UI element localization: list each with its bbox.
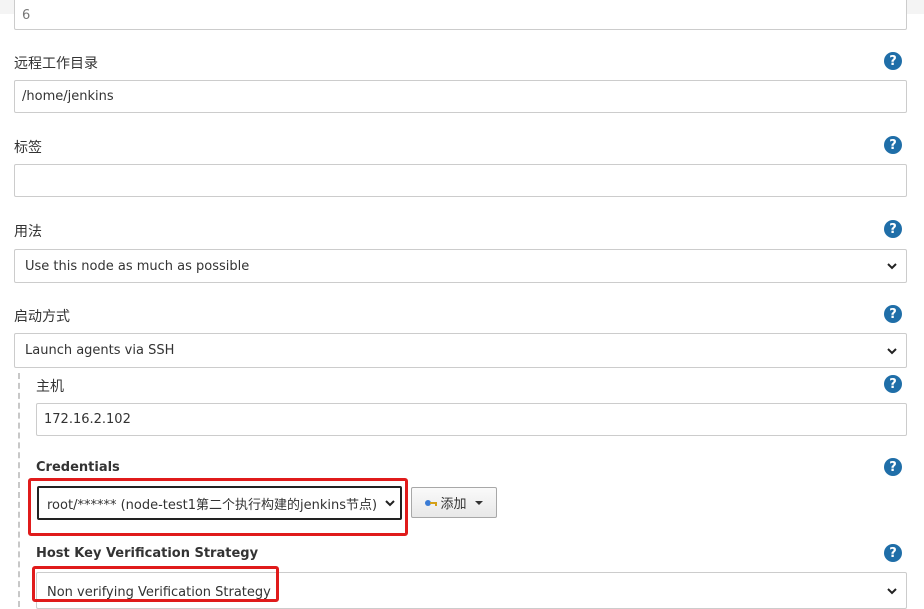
usage-label: 用法 bbox=[14, 224, 42, 240]
add-button-label: 添加 bbox=[440, 497, 467, 512]
credentials-help-icon[interactable]: ? bbox=[884, 458, 902, 476]
credentials-select[interactable]: root/****** (node-test1第二个执行构建的jenkins节点… bbox=[37, 486, 402, 520]
chevron-down-icon bbox=[385, 500, 395, 507]
launch-selected: Launch agents via SSH bbox=[25, 343, 175, 358]
host-help-icon[interactable]: ? bbox=[884, 375, 902, 393]
key-icon bbox=[425, 499, 438, 506]
remote-dir-help-icon[interactable]: ? bbox=[884, 52, 902, 70]
caret-down-icon bbox=[474, 500, 483, 505]
usage-help-icon[interactable]: ? bbox=[884, 220, 902, 238]
top-field-input[interactable]: 6 bbox=[14, 0, 907, 30]
remote-dir-input[interactable]: /home/jenkins bbox=[14, 80, 907, 113]
remote-dir-label: 远程工作目录 bbox=[14, 56, 98, 72]
host-value: 172.16.2.102 bbox=[44, 412, 131, 427]
labels-label: 标签 bbox=[14, 140, 42, 156]
usage-select[interactable]: Use this node as much as possible bbox=[14, 249, 907, 283]
launch-select[interactable]: Launch agents via SSH bbox=[14, 333, 907, 368]
nested-config-divider bbox=[18, 373, 20, 607]
add-credentials-button[interactable]: 添加 bbox=[411, 487, 497, 518]
chevron-down-icon bbox=[887, 263, 897, 270]
labels-input[interactable] bbox=[14, 164, 907, 197]
host-key-label: Host Key Verification Strategy bbox=[36, 546, 259, 561]
credentials-selected: root/****** (node-test1第二个执行构建的jenkins节点… bbox=[47, 497, 378, 513]
chevron-down-icon bbox=[887, 587, 897, 594]
usage-selected: Use this node as much as possible bbox=[25, 258, 250, 274]
launch-help-icon[interactable]: ? bbox=[884, 305, 902, 323]
remote-dir-value: /home/jenkins bbox=[22, 89, 114, 104]
host-input[interactable]: 172.16.2.102 bbox=[36, 403, 907, 436]
host-label: 主机 bbox=[36, 379, 64, 395]
credentials-label: Credentials bbox=[36, 460, 120, 475]
launch-label: 启动方式 bbox=[14, 309, 70, 325]
host-key-highlight-box bbox=[32, 566, 279, 602]
chevron-down-icon bbox=[887, 347, 897, 354]
top-field-value: 6 bbox=[22, 8, 31, 23]
host-key-help-icon[interactable]: ? bbox=[884, 544, 902, 562]
labels-help-icon[interactable]: ? bbox=[884, 136, 902, 154]
